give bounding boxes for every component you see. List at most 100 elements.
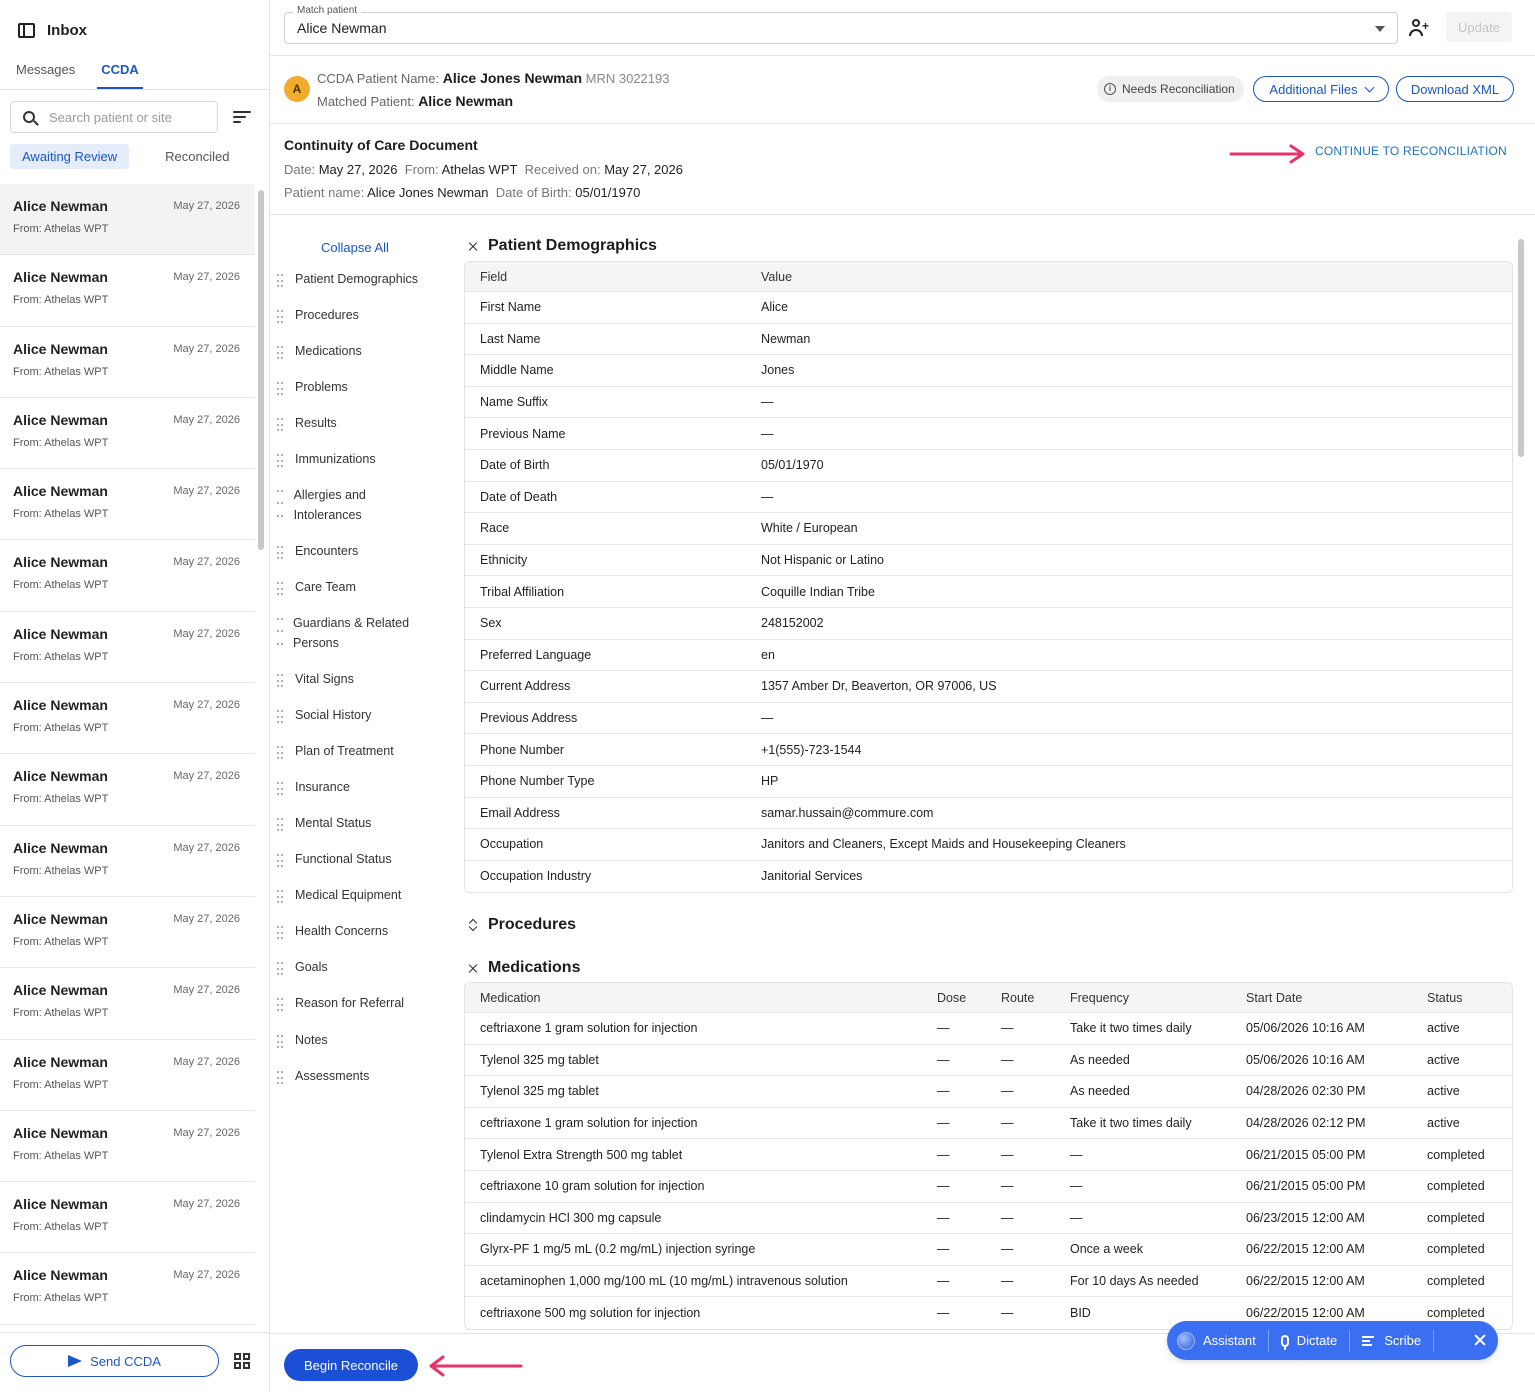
assistant-button[interactable]: Assistant xyxy=(1167,1329,1269,1352)
filter-awaiting-review[interactable]: Awaiting Review xyxy=(10,144,130,169)
toc-item[interactable]: Notes xyxy=(277,1030,452,1050)
drag-handle-icon[interactable] xyxy=(277,885,285,905)
drag-handle-icon[interactable] xyxy=(277,577,285,597)
list-item[interactable]: Alice Newman May 27, 2026 From: Athelas WP… xyxy=(0,1040,255,1111)
drag-handle-icon[interactable] xyxy=(277,269,285,289)
toc-item[interactable]: Plan of Treatment xyxy=(277,741,452,761)
filter-reconciled[interactable]: Reconciled xyxy=(153,144,241,169)
toc-item[interactable]: Problems xyxy=(277,377,452,397)
list-item[interactable]: Alice Newman May 27, 2026 From: Athelas WP… xyxy=(0,398,255,470)
toc-item[interactable]: Guardians & Related Persons xyxy=(277,613,412,653)
list-item-from: From: Athelas WPT xyxy=(13,864,109,877)
drag-handle-icon[interactable] xyxy=(277,541,285,561)
sort-filter-icon[interactable] xyxy=(233,111,251,124)
dictate-button[interactable]: Dictate xyxy=(1269,1329,1351,1352)
drag-handle-icon[interactable] xyxy=(277,741,285,761)
drag-handle-icon[interactable] xyxy=(277,957,285,977)
drag-handle-icon[interactable] xyxy=(277,669,285,689)
update-button[interactable]: Update xyxy=(1446,12,1512,42)
list-item-date: May 27, 2026 xyxy=(173,770,240,783)
sidebar-scrollbar[interactable] xyxy=(258,190,264,550)
send-ccda-button[interactable]: Send CCDA xyxy=(10,1345,219,1377)
table-cell: clindamycin HCl 300 mg capsule xyxy=(480,1210,662,1225)
section-title-procedures[interactable]: Procedures xyxy=(468,916,576,934)
toc-item[interactable]: Immunizations xyxy=(277,449,452,469)
additional-files-button[interactable]: Additional Files xyxy=(1253,76,1389,102)
section-title-medications[interactable]: Medications xyxy=(468,959,580,977)
collapse-all-link[interactable]: Collapse All xyxy=(321,240,389,255)
download-xml-button[interactable]: Download XML xyxy=(1396,76,1514,102)
toc-item[interactable]: Procedures xyxy=(277,305,452,325)
drag-handle-icon[interactable] xyxy=(277,377,285,397)
drag-handle-icon[interactable] xyxy=(277,413,285,433)
toc-item[interactable]: Reason for Referral xyxy=(277,993,452,1013)
drag-handle-icon[interactable] xyxy=(277,341,285,361)
list-item[interactable]: Alice Newman May 27, 2026 From: Athelas WP… xyxy=(0,897,255,969)
drag-handle-icon[interactable] xyxy=(277,1066,285,1086)
list-item[interactable]: Alice Newman May 27, 2026 From: Athelas WP… xyxy=(0,826,255,897)
table-row: clindamycin HCl 300 mg capsule — — — 06/23/2… xyxy=(465,1203,1512,1235)
drag-handle-icon[interactable] xyxy=(277,777,285,797)
table-cell: Race xyxy=(480,521,510,536)
list-item[interactable]: Alice Newman May 27, 2026 From: Athelas WP… xyxy=(0,683,255,755)
toc-item[interactable]: Encounters xyxy=(277,541,452,561)
list-item[interactable]: Alice Newman May 27, 2026 From: Athelas WP… xyxy=(0,1182,255,1254)
toc-item[interactable]: Health Concerns xyxy=(277,921,452,941)
toc-item[interactable]: Insurance xyxy=(277,777,452,797)
list-item[interactable]: Alice Newman May 27, 2026 From: Athelas WP… xyxy=(0,612,255,684)
drag-handle-icon[interactable] xyxy=(277,813,285,833)
table-header-cell: Start Date xyxy=(1246,990,1303,1005)
toc-item[interactable]: Patient Demographics xyxy=(277,269,452,289)
sidebar-toggle-icon[interactable] xyxy=(18,22,35,38)
toc-item-label: Medications xyxy=(295,344,362,358)
continue-to-reconciliation-link[interactable]: CONTINUE TO RECONCILIATION xyxy=(1315,144,1507,158)
drag-handle-icon[interactable] xyxy=(277,1030,285,1050)
table-row: Race White / European xyxy=(465,513,1512,545)
list-item[interactable]: Alice Newman May 27, 2026 From: Athelas WP… xyxy=(0,184,255,256)
search-box xyxy=(10,101,218,133)
list-item[interactable]: Alice Newman May 27, 2026 From: Athelas WP… xyxy=(0,255,255,327)
match-patient-select[interactable]: Match patient Alice Newman xyxy=(284,5,1398,44)
drag-handle-icon[interactable] xyxy=(277,993,285,1013)
status-filters: Awaiting Review Reconciled xyxy=(10,144,241,169)
toc-item[interactable]: Goals xyxy=(277,957,452,977)
matched-patient-name: Alice Newman xyxy=(418,93,514,109)
toc-item[interactable]: Mental Status xyxy=(277,813,452,833)
toc-item[interactable]: Social History xyxy=(277,705,452,725)
list-item[interactable]: Alice Newman May 27, 2026 From: Athelas WP… xyxy=(0,968,255,1040)
search-input[interactable] xyxy=(49,109,199,125)
toc-item[interactable]: Allergies and Intolerances xyxy=(277,485,412,525)
list-item[interactable]: Alice Newman May 27, 2026 From: Athelas WP… xyxy=(0,754,255,826)
table-cell: — xyxy=(1001,1084,1014,1099)
toc-item[interactable]: Care Team xyxy=(277,577,452,597)
list-item[interactable]: Alice Newman May 27, 2026 From: Athelas WP… xyxy=(0,469,255,541)
drag-handle-icon[interactable] xyxy=(277,485,284,525)
drag-handle-icon[interactable] xyxy=(277,849,285,869)
tab-messages[interactable]: Messages xyxy=(16,60,75,89)
drag-handle-icon[interactable] xyxy=(277,305,285,325)
drag-handle-icon[interactable] xyxy=(277,613,283,653)
grid-view-icon[interactable] xyxy=(234,1353,250,1369)
drag-handle-icon[interactable] xyxy=(277,449,285,469)
list-item[interactable]: Alice Newman May 27, 2026 From: Athelas WP… xyxy=(0,1111,255,1183)
content-scrollbar[interactable] xyxy=(1518,239,1524,457)
add-user-icon[interactable]: + xyxy=(1409,19,1429,37)
toc-item[interactable]: Results xyxy=(277,413,452,433)
drag-handle-icon[interactable] xyxy=(277,921,285,941)
list-item[interactable]: Alice Newman May 27, 2026 From: Athelas WP… xyxy=(0,1253,255,1325)
list-item[interactable]: Alice Newman May 27, 2026 From: Athelas WP… xyxy=(0,540,255,612)
list-item[interactable]: Alice Newman May 27, 2026 From: Athelas WP… xyxy=(0,327,255,398)
table-cell: — xyxy=(937,1084,950,1099)
toc-item-label: Guardians & Related Persons xyxy=(293,616,410,650)
toc-item[interactable]: Medications xyxy=(277,341,452,361)
section-title-demographics[interactable]: Patient Demographics xyxy=(468,237,657,255)
toc-item[interactable]: Functional Status xyxy=(277,849,452,869)
toc-item[interactable]: Medical Equipment xyxy=(277,885,452,905)
toc-item[interactable]: Assessments xyxy=(277,1066,452,1086)
drag-handle-icon[interactable] xyxy=(277,705,285,725)
tab-ccda[interactable]: CCDA xyxy=(97,60,143,89)
toc-item[interactable]: Vital Signs xyxy=(277,669,452,689)
scribe-button[interactable]: Scribe xyxy=(1350,1329,1435,1352)
close-icon[interactable] xyxy=(1474,1334,1486,1346)
begin-reconcile-button[interactable]: Begin Reconcile xyxy=(284,1349,418,1381)
